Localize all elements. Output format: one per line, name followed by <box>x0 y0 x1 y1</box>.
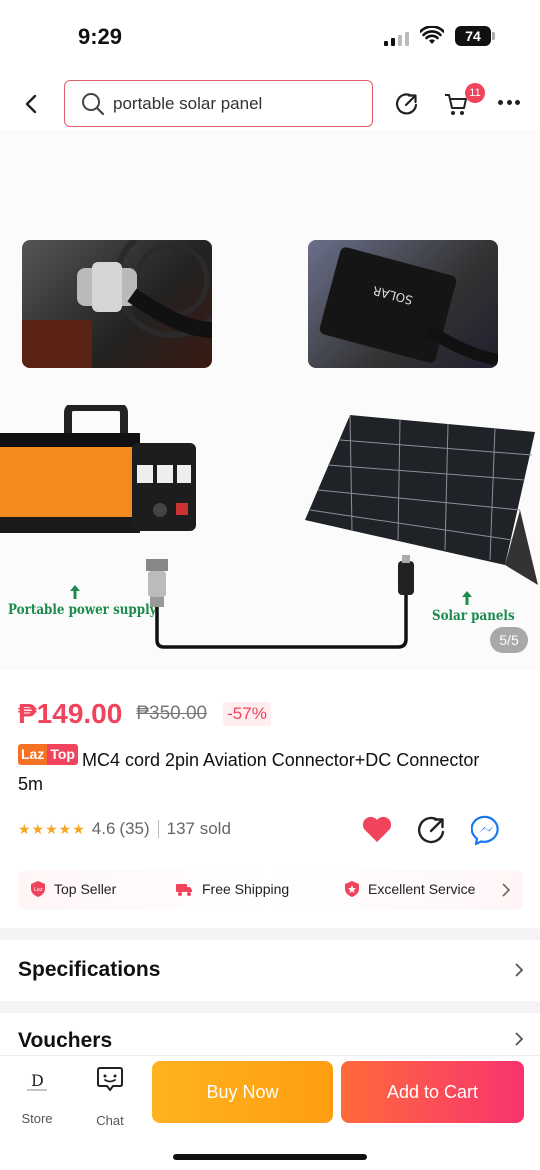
bottom-action-bar: D Store Chat Buy Now Add to Cart <box>0 1055 540 1170</box>
current-price: ₱149.00 <box>18 698 123 729</box>
rating-value: 4.6 <box>91 819 116 838</box>
header: portable solar panel 11 <box>0 78 540 130</box>
service-free-shipping: Free Shipping <box>174 881 289 897</box>
svg-text:Laz: Laz <box>34 887 43 893</box>
service-label: Top Seller <box>54 881 117 897</box>
store-logo-icon: D <box>27 1071 47 1091</box>
price-row: ₱149.00 ₱350.00 -57% <box>18 697 528 731</box>
status-bar: 9:29 74 <box>0 0 540 70</box>
service-bar[interactable]: Laz Top Seller Free Shipping Excellent S… <box>18 870 523 910</box>
buy-now-button[interactable]: Buy Now <box>152 1061 333 1123</box>
chat-button[interactable]: Chat <box>86 1064 134 1128</box>
label-solar-panels: Solar panels <box>432 608 515 624</box>
divider <box>157 820 159 838</box>
svg-text:D: D <box>31 1071 44 1090</box>
messenger-icon[interactable] <box>471 814 503 846</box>
product-title: MC4 cord 2pin Aviation Connector+DC Conn… <box>18 750 480 794</box>
vouchers-title: Vouchers <box>18 1029 113 1052</box>
share-icon[interactable] <box>416 814 448 846</box>
section-divider <box>0 928 540 940</box>
search-query: portable solar panel <box>113 94 263 113</box>
cart-count-badge: 11 <box>465 83 485 103</box>
service-top-seller: Laz Top Seller <box>30 881 116 897</box>
power-station-illustration <box>0 405 196 533</box>
store-button[interactable]: D Store <box>12 1064 62 1126</box>
service-label: Free Shipping <box>202 881 290 897</box>
home-indicator <box>173 1154 367 1160</box>
arrow-up-icon <box>462 591 472 605</box>
adapter-photo: SOLAR <box>308 240 498 368</box>
store-label: Store <box>21 1111 53 1126</box>
search-input[interactable]: portable solar panel <box>64 80 373 127</box>
discount-badge: -57% <box>223 702 271 726</box>
chat-label: Chat <box>96 1113 124 1128</box>
back-arrow-icon[interactable] <box>20 90 44 118</box>
truck-icon <box>176 884 192 896</box>
more-icon[interactable] <box>498 100 520 106</box>
rating-stars: ★★★★★ <box>18 820 86 837</box>
specifications-title: Specifications <box>18 958 161 981</box>
product-title-block: Laz Top MC4 cord 2pin Aviation Connector+D… <box>18 744 488 796</box>
laz-shield-icon: Laz <box>31 881 45 897</box>
cable-illustration <box>146 555 414 649</box>
battery-icon: 74 <box>455 26 495 46</box>
chat-icon <box>97 1067 123 1091</box>
chevron-right-icon <box>515 963 524 977</box>
laztop-badge: Laz Top <box>18 744 78 765</box>
product-image-gallery[interactable]: SOLAR Portable power supply Solar panels… <box>0 130 540 670</box>
original-price: ₱350.00 <box>136 703 208 724</box>
rating-row[interactable]: ★★★★★ 4.6 (35) 137 sold <box>18 816 318 842</box>
status-time: 9:29 <box>78 24 123 49</box>
rating-count: (35) <box>119 819 150 838</box>
specifications-row[interactable]: Specifications <box>0 940 540 1000</box>
add-to-cart-button[interactable]: Add to Cart <box>341 1061 524 1123</box>
service-label: Excellent Service <box>368 881 476 897</box>
service-excellent: Excellent Service <box>344 881 475 897</box>
sold-count: 137 sold <box>166 819 231 838</box>
share-icon[interactable] <box>394 91 420 117</box>
chevron-right-icon <box>502 883 511 897</box>
wifi-icon <box>420 26 444 44</box>
label-power-supply: Portable power supply <box>8 602 157 618</box>
signal-icon <box>384 30 412 46</box>
star-badge-icon <box>345 881 359 897</box>
search-icon <box>82 93 105 116</box>
chevron-right-icon <box>515 1032 524 1046</box>
image-counter: 5/5 <box>490 627 528 653</box>
connector-photo <box>22 240 212 368</box>
heart-icon[interactable] <box>361 814 393 844</box>
arrow-up-icon <box>70 585 80 599</box>
